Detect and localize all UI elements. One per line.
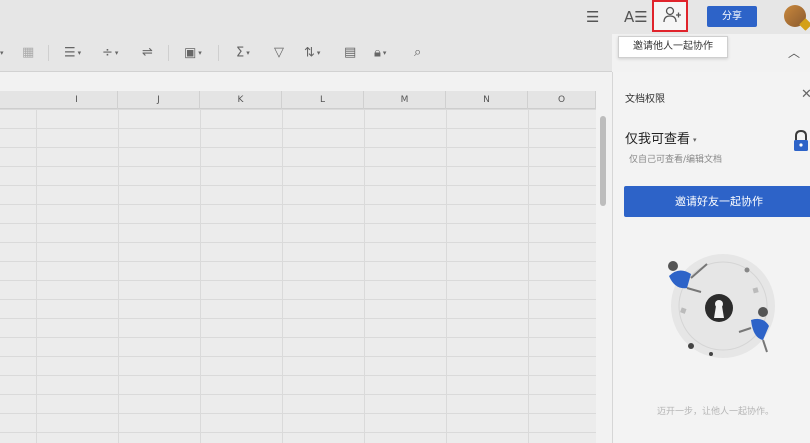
freeze-icon[interactable]: ▤: [344, 45, 356, 61]
column-header-cell[interactable]: M: [364, 91, 446, 109]
lock-icon[interactable]: 🔒︎ ▾: [374, 45, 386, 62]
permission-description: 仅自己可查看/编辑文档: [629, 155, 723, 165]
top-bar: ☰ A☰ 分享: [0, 0, 810, 34]
chevron-down-icon: ▾: [693, 135, 697, 144]
column-header-cell[interactable]: I: [36, 91, 118, 109]
sort-icon[interactable]: ⇅ ▾: [304, 45, 320, 62]
wrap-icon[interactable]: ⇌: [142, 45, 153, 61]
filter-icon[interactable]: ▽: [274, 45, 284, 61]
column-header-cell[interactable]: J: [118, 91, 200, 109]
menu-icon[interactable]: ☰: [586, 7, 599, 27]
toolbar-caret-icon[interactable]: ▾: [0, 45, 4, 62]
vertical-scrollbar[interactable]: [600, 116, 606, 206]
merge-cells-icon[interactable]: ▦: [22, 45, 34, 61]
permission-label: 仅我可查看: [625, 132, 691, 147]
spreadsheet-app: ☰ A☰ 分享 邀请他人一起协作 ▾ ▦ ☰ ▾ ÷ ▾ ⇌ ▣ ▾ Σ ▾ ▽ ⇅ ▾ …: [0, 0, 810, 443]
sum-icon[interactable]: Σ ▾: [236, 45, 250, 62]
cell-grid[interactable]: [0, 109, 596, 443]
panel-footer-text: 迈开一步，让他人一起协作。: [657, 407, 775, 417]
permission-panel: 文档权限 ✕ 仅我可查看 ▾ 仅自己可查看/编辑文档 邀请好友一起协作 迈开一步…: [612, 72, 810, 443]
avatar[interactable]: [784, 5, 806, 27]
distribute-icon[interactable]: ÷ ▾: [102, 45, 118, 62]
add-collaborator-icon[interactable]: [660, 6, 684, 28]
search-icon[interactable]: ⌕: [414, 45, 421, 61]
toolbar-divider: [48, 45, 49, 61]
permission-dropdown[interactable]: 仅我可查看 ▾: [625, 128, 697, 147]
column-header-cell[interactable]: L: [282, 91, 364, 109]
padlock-icon: [793, 129, 809, 152]
collaboration-illustration: [651, 248, 791, 368]
column-header: I J K L M N O: [0, 91, 596, 109]
invite-friends-button[interactable]: 邀请好友一起协作: [624, 186, 810, 217]
toolbar-divider: [168, 45, 169, 61]
format-toolbar: ▾ ▦ ☰ ▾ ÷ ▾ ⇌ ▣ ▾ Σ ▾ ▽ ⇅ ▾ ▤ 🔒︎ ▾ ⌕: [0, 34, 612, 72]
share-button[interactable]: 分享: [707, 6, 757, 27]
panel-title: 文档权限: [625, 94, 665, 105]
align-icon[interactable]: ☰ ▾: [64, 45, 81, 62]
column-header-cell[interactable]: K: [200, 91, 282, 109]
toolbar-divider: [218, 45, 219, 61]
column-header-cell[interactable]: N: [446, 91, 528, 109]
close-icon[interactable]: ✕: [801, 87, 810, 102]
text-format-icon[interactable]: A☰: [624, 7, 648, 27]
invite-tooltip: 邀请他人一起协作: [618, 36, 728, 58]
border-icon[interactable]: ▣ ▾: [184, 45, 202, 62]
collapse-panel-icon[interactable]: ︿: [788, 44, 800, 61]
column-header-cell[interactable]: O: [528, 91, 596, 109]
